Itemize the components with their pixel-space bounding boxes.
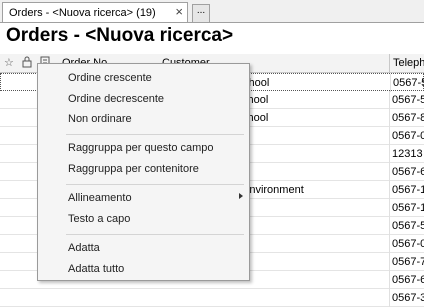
cell-telephone: 0567-1 (392, 202, 424, 214)
cell-telephone: 0567-1 (392, 184, 424, 196)
cell-divider (389, 217, 390, 235)
column-context-menu: Ordine crescente Ordine decrescente Non … (37, 63, 250, 281)
menu-item-no-sort[interactable]: Non ordinare (68, 113, 132, 125)
star-icon[interactable]: ☆ (4, 56, 14, 69)
cell-telephone: 0567-8 (392, 112, 424, 124)
cell-divider (389, 253, 390, 271)
cell-telephone: 12313 (392, 148, 423, 160)
cell-telephone: 0567-0 (392, 130, 424, 142)
table-row[interactable]: 0567-3 (0, 289, 424, 307)
menu-separator (66, 134, 244, 135)
cell-telephone: 0567-3 (392, 292, 424, 304)
cell-telephone: 0567-6 (392, 274, 424, 286)
menu-item-group-by-container[interactable]: Raggruppa per contenitore (68, 163, 199, 175)
cell-divider (389, 145, 390, 163)
tab-strip: Orders - <Nuova ricerca> (19) × ... (0, 0, 424, 23)
menu-item-sort-ascending[interactable]: Ordine crescente (68, 72, 152, 84)
cell-telephone: 0567-7 (392, 256, 424, 268)
cell-telephone: 0567-5 (392, 220, 424, 232)
close-icon[interactable]: × (175, 5, 183, 19)
submenu-arrow-icon (239, 193, 243, 199)
menu-separator (66, 184, 244, 185)
tab-label: Orders - <Nuova ricerca> (19) (9, 7, 156, 19)
cell-divider (389, 91, 390, 109)
menu-item-sort-descending[interactable]: Ordine decrescente (68, 93, 164, 105)
column-divider[interactable] (389, 54, 390, 72)
cell-divider (389, 199, 390, 217)
cell-telephone: 0567-5 (392, 94, 424, 106)
tab-orders[interactable]: Orders - <Nuova ricerca> (19) × (2, 2, 188, 22)
cell-telephone: 0567-0 (392, 238, 424, 250)
page-title: Orders - <Nuova ricerca> (6, 25, 234, 46)
cell-divider (389, 181, 390, 199)
cell-divider (389, 109, 390, 127)
cell-divider (389, 127, 390, 145)
column-telephone[interactable]: Teleph (393, 57, 424, 69)
menu-separator (66, 234, 244, 235)
cell-divider (389, 163, 390, 181)
cell-divider (389, 235, 390, 253)
menu-item-wrap-text[interactable]: Testo a capo (68, 213, 130, 225)
cell-divider (390, 74, 391, 92)
cell-telephone: 0567-5 (393, 77, 424, 89)
menu-item-alignment[interactable]: Allineamento (68, 192, 132, 204)
menu-item-fit-all[interactable]: Adatta tutto (68, 263, 124, 275)
menu-item-group-by-field[interactable]: Raggruppa per questo campo (68, 142, 214, 154)
cell-customer: Environment (242, 184, 304, 196)
more-tabs-button[interactable]: ... (192, 4, 210, 22)
cell-telephone: 0567-6 (392, 166, 424, 178)
cell-divider (389, 271, 390, 289)
lock-icon[interactable] (22, 56, 32, 71)
cell-divider (389, 289, 390, 307)
menu-item-fit[interactable]: Adatta (68, 242, 100, 254)
